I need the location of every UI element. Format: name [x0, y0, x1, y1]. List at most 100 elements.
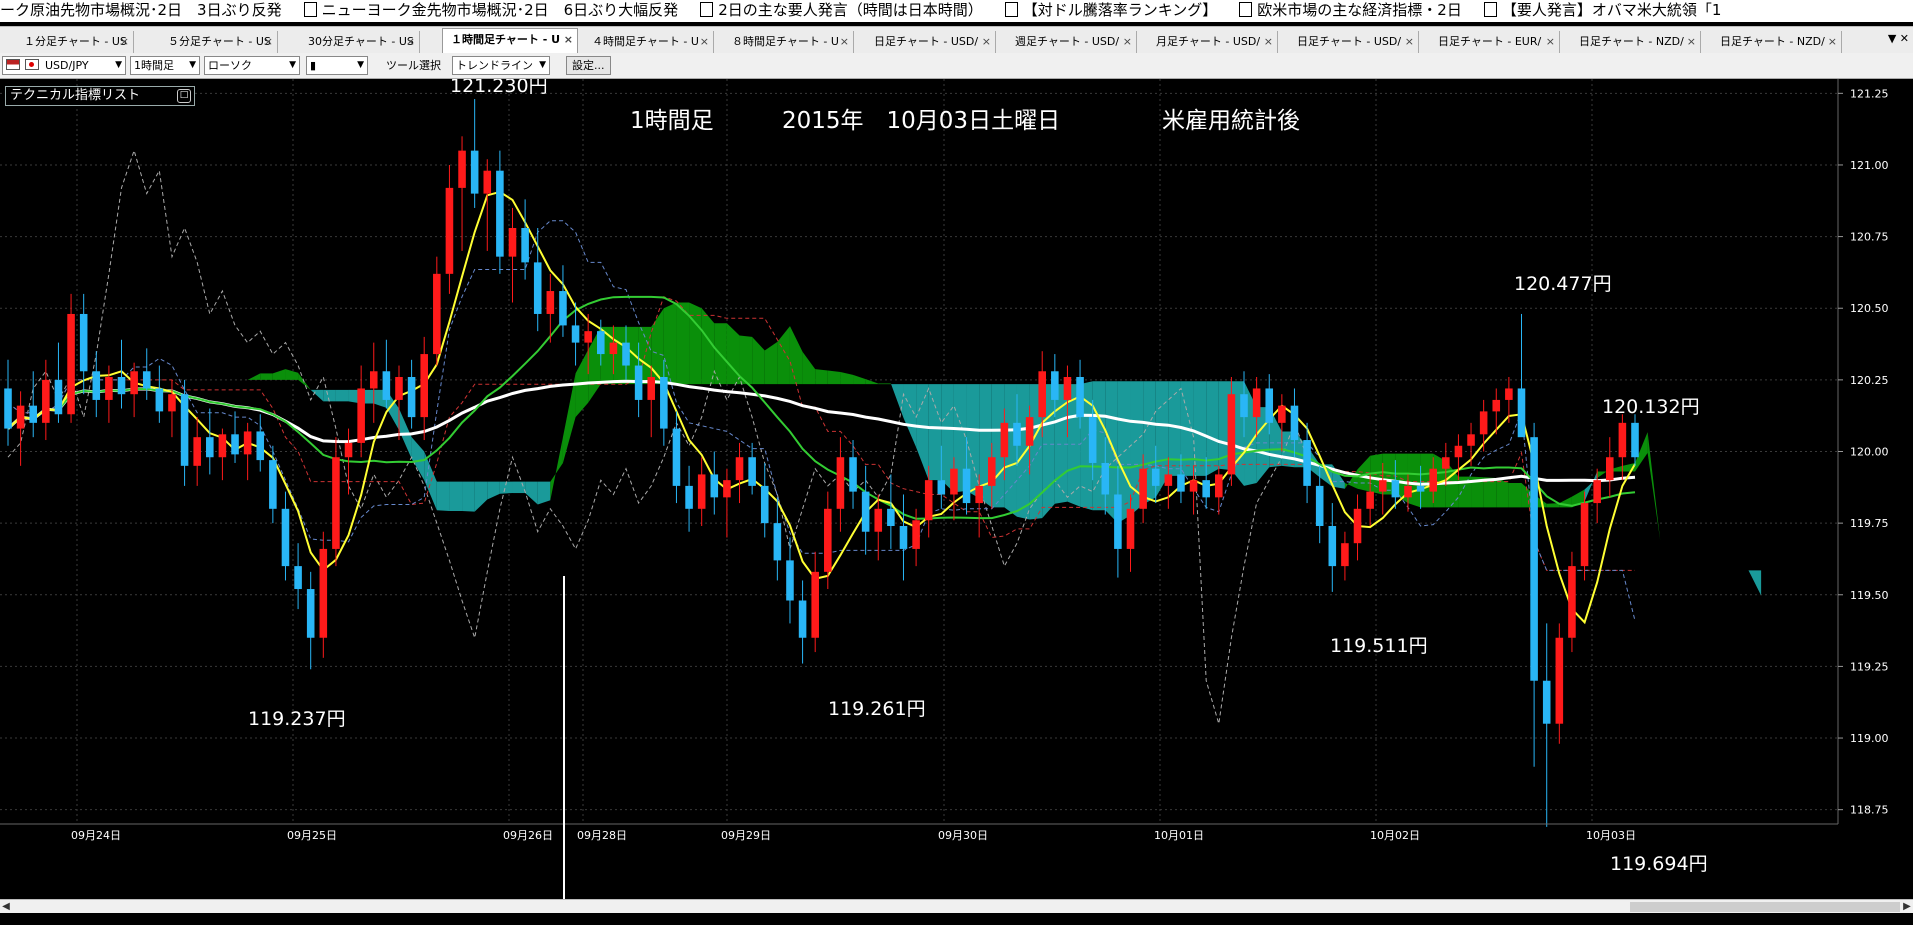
tab-chart-1[interactable]: １分足チャート - US ×	[16, 31, 134, 53]
candle-body[interactable]	[849, 457, 857, 492]
news-item[interactable]: 【対ドル騰落率ランキング】	[1004, 0, 1217, 20]
candle-body[interactable]	[1378, 480, 1387, 492]
candle-body[interactable]	[685, 485, 693, 509]
candle-body[interactable]	[1631, 422, 1639, 458]
candle-body[interactable]	[798, 600, 807, 638]
candle-body[interactable]	[42, 379, 50, 423]
candlestick-chart[interactable]: 121.25 121.00 120.75 120.50 120.25 120.00 119.…	[0, 75, 1913, 919]
candle-body[interactable]	[1063, 377, 1072, 400]
candle-body[interactable]	[1391, 480, 1400, 498]
close-icon[interactable]: ×	[1123, 31, 1132, 53]
candle-body[interactable]	[1568, 566, 1576, 638]
candle-body[interactable]	[1151, 468, 1160, 486]
scroll-thumb[interactable]	[1630, 902, 1900, 912]
candle-body[interactable]	[1505, 388, 1513, 400]
candle-body[interactable]	[1202, 480, 1210, 498]
candle-body[interactable]	[344, 442, 353, 458]
candle-body[interactable]	[508, 228, 517, 257]
news-item[interactable]: 欧米市場の主な経済指標・2日	[1239, 0, 1462, 20]
tab-chart-5[interactable]: ４時間足チャート - U ×	[584, 31, 714, 53]
tab-chart-4[interactable]: １時間足チャート - U ×	[442, 28, 578, 54]
close-icon[interactable]: ×	[982, 31, 991, 53]
candle-body[interactable]	[1139, 468, 1147, 509]
candle-body[interactable]	[483, 170, 492, 194]
panel-toggle-button[interactable]: □	[177, 89, 191, 103]
candle-body[interactable]	[105, 377, 113, 400]
candle-body[interactable]	[1479, 411, 1488, 435]
candle-body[interactable]	[16, 405, 25, 429]
candle-body[interactable]	[92, 371, 101, 400]
tab-chart-10[interactable]: 日足チャート - USD/×	[1289, 31, 1419, 53]
candle-body[interactable]	[786, 560, 794, 601]
chart-area[interactable]: 121.25 121.00 120.75 120.50 120.25 120.00 119.…	[0, 75, 1913, 919]
candle-body[interactable]	[622, 342, 630, 366]
close-icon[interactable]: ×	[700, 31, 709, 53]
close-icon[interactable]: ×	[1264, 31, 1273, 53]
close-icon[interactable]: ×	[264, 31, 273, 53]
candle-body[interactable]	[180, 394, 189, 466]
candle-body[interactable]	[1025, 417, 1034, 446]
candle-body[interactable]	[4, 388, 12, 429]
candle-body[interactable]	[735, 457, 744, 481]
candle-body[interactable]	[647, 377, 656, 400]
tool-select[interactable]: トレンドライン ▼	[452, 56, 550, 75]
candle-style-select[interactable]: ▮ ▼	[306, 56, 368, 75]
candle-body[interactable]	[357, 388, 365, 443]
candle-body[interactable]	[458, 150, 466, 188]
candle-body[interactable]	[1593, 480, 1601, 504]
candle-body[interactable]	[1442, 457, 1450, 469]
candle-body[interactable]	[912, 520, 920, 549]
candle-body[interactable]	[155, 388, 164, 412]
candle-body[interactable]	[1252, 388, 1261, 418]
candle-body[interactable]	[1051, 371, 1059, 400]
candle-body[interactable]	[634, 365, 643, 400]
candle-body[interactable]	[723, 480, 731, 498]
candle-body[interactable]	[533, 262, 542, 314]
news-item[interactable]: ーク原油先物市場概況･2日 3日ぶり反発	[0, 0, 282, 20]
news-item[interactable]: 2日の主な要人発言（時間は日本時間）	[700, 0, 983, 20]
candle-body[interactable]	[1618, 422, 1627, 458]
candle-body[interactable]	[1416, 485, 1425, 492]
tab-chart-8[interactable]: 週足チャート - USD/×	[1007, 31, 1137, 53]
candle-body[interactable]	[369, 371, 378, 389]
candle-body[interactable]	[54, 379, 63, 415]
candle-body[interactable]	[1353, 508, 1362, 544]
candle-body[interactable]	[1240, 394, 1248, 418]
candle-body[interactable]	[1215, 474, 1223, 498]
candle-body[interactable]	[1189, 480, 1198, 492]
period-select[interactable]: 1時間足 ▼	[130, 56, 200, 75]
candle-body[interactable]	[231, 434, 239, 455]
candle-body[interactable]	[1013, 422, 1021, 446]
candle-body[interactable]	[1278, 405, 1286, 423]
candle-body[interactable]	[672, 428, 681, 486]
candle-body[interactable]	[142, 371, 151, 389]
candle-body[interactable]	[1000, 422, 1009, 458]
candle-body[interactable]	[1454, 445, 1463, 458]
candle-body[interactable]	[67, 313, 75, 415]
candle-body[interactable]	[395, 377, 403, 400]
tab-chart-9[interactable]: 月足チャート - USD/×	[1148, 31, 1278, 53]
scroll-right-icon[interactable]: ▶	[1901, 900, 1913, 914]
candle-body[interactable]	[710, 474, 719, 498]
candle-body[interactable]	[824, 508, 832, 572]
close-icon[interactable]: ×	[1687, 31, 1696, 53]
candle-body[interactable]	[407, 377, 416, 418]
candle-body[interactable]	[937, 480, 946, 495]
candle-body[interactable]	[1404, 485, 1412, 498]
candle-body[interactable]	[1227, 394, 1236, 475]
candle-body[interactable]	[1088, 417, 1097, 463]
candle-body[interactable]	[470, 150, 479, 194]
candle-body[interactable]	[79, 313, 88, 372]
candle-body[interactable]	[950, 468, 958, 495]
tab-menu[interactable]: ▼ ✕	[1888, 32, 1909, 45]
candle-body[interactable]	[811, 571, 819, 638]
tab-chart-13[interactable]: 日足チャート - NZD/×	[1712, 31, 1842, 53]
candle-body[interactable]	[269, 460, 277, 509]
candle-body[interactable]	[1177, 474, 1185, 492]
candle-body[interactable]	[1265, 388, 1274, 423]
settings-button[interactable]: 設定...	[566, 56, 611, 75]
candle-body[interactable]	[584, 331, 592, 343]
candle-body[interactable]	[1038, 371, 1047, 418]
candle-body[interactable]	[294, 566, 302, 590]
candle-body[interactable]	[168, 394, 176, 412]
